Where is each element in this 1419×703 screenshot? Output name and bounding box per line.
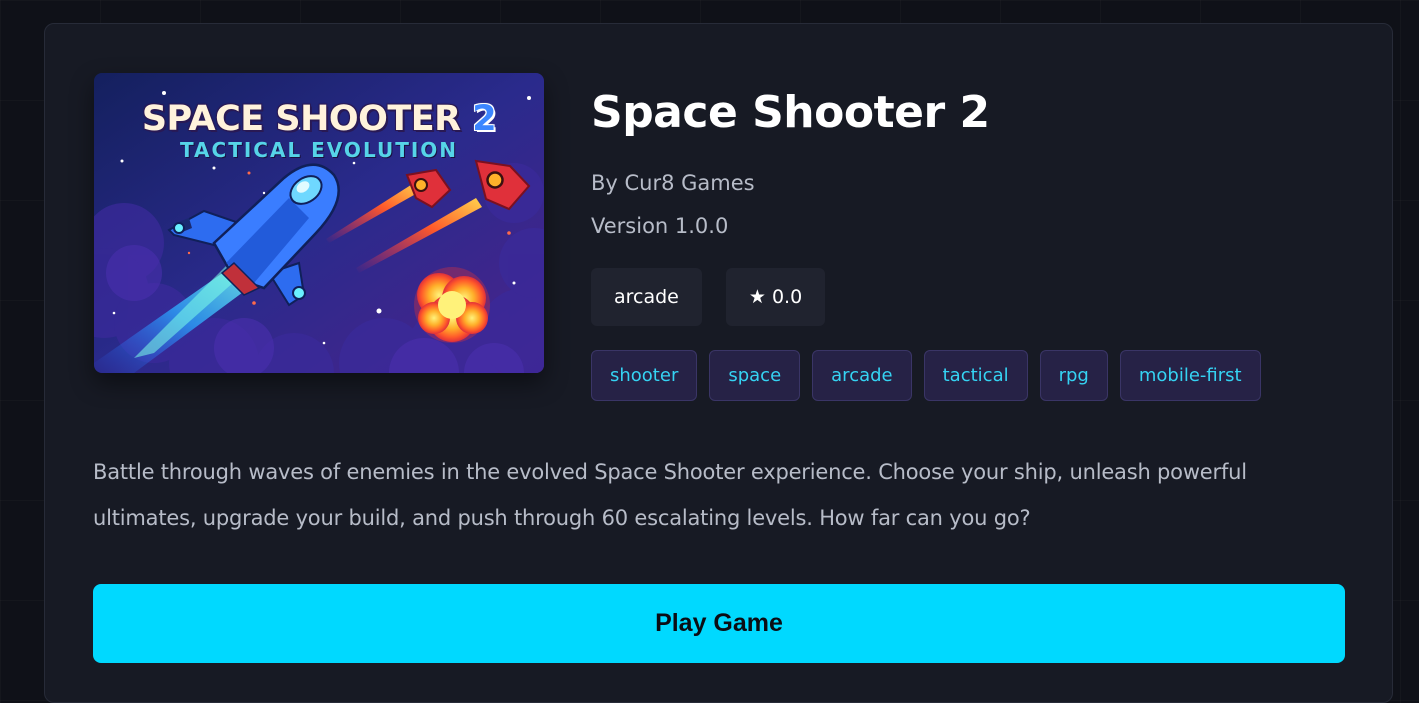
- cover-subtitle: TACTICAL EVOLUTION: [179, 138, 459, 162]
- game-info-panel: Space Shooter 2 By Cur8 Games Version 1.…: [591, 84, 1261, 401]
- game-title: Space Shooter 2: [591, 87, 990, 138]
- tag-mobile-first[interactable]: mobile-first: [1119, 350, 1261, 401]
- tag-rpg[interactable]: rpg: [1039, 350, 1108, 401]
- cover-title: SPACE SHOOTER 2: [141, 99, 497, 139]
- game-author: By Cur8 Games: [591, 171, 755, 195]
- category-badge: arcade: [591, 268, 702, 326]
- game-cover-image: SPACE SHOOTER 2 TACTICAL EVOLUTION: [94, 73, 544, 373]
- tag-list: shooter space arcade tactical rpg mobile…: [591, 350, 1261, 401]
- badge-row: arcade ★ 0.0: [591, 268, 826, 326]
- game-description: Battle through waves of enemies in the e…: [93, 460, 1247, 530]
- tag-tactical[interactable]: tactical: [923, 350, 1028, 401]
- play-game-button[interactable]: Play Game: [93, 584, 1345, 663]
- tag-arcade[interactable]: arcade: [812, 350, 912, 401]
- tag-space[interactable]: space: [709, 350, 801, 401]
- game-detail-card: SPACE SHOOTER 2 TACTICAL EVOLUTION Space…: [44, 23, 1393, 703]
- game-version: Version 1.0.0: [591, 214, 729, 238]
- rating-badge: ★ 0.0: [725, 268, 826, 326]
- tag-shooter[interactable]: shooter: [591, 350, 698, 401]
